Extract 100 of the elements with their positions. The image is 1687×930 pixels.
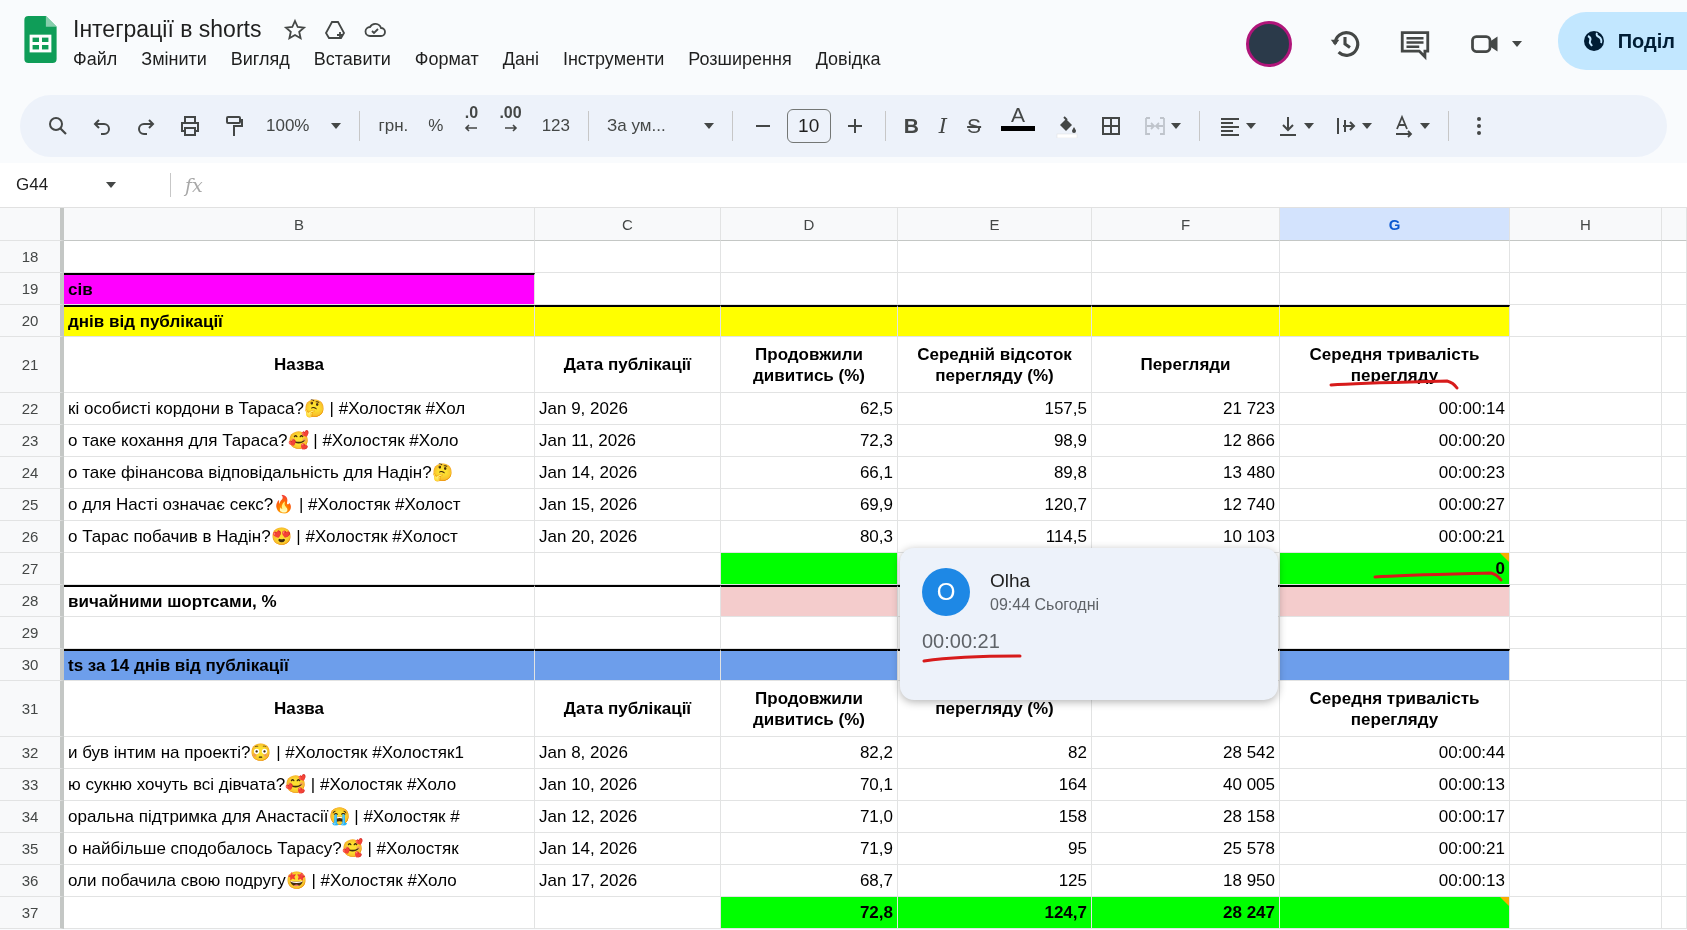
function-label: fx [185, 174, 203, 196]
table-cell: Jan 14, 2026 [535, 457, 721, 489]
column-header[interactable]: E [898, 208, 1092, 241]
row-number[interactable]: 30 [0, 649, 64, 681]
table-cell: Jan 20, 2026 [535, 521, 721, 553]
table-cell: 82,2 [721, 737, 898, 769]
caret-icon [1362, 123, 1373, 129]
table-cell: о найбільше сподобалось Тарасу?🥰 | #Холостяк [64, 833, 535, 865]
row-number[interactable]: 32 [0, 737, 64, 769]
table-cell: 164 [898, 769, 1092, 801]
dropdown-button[interactable]: За ум... [599, 106, 722, 146]
text-style-button[interactable]: A [993, 106, 1044, 146]
row-number[interactable]: 25 [0, 489, 64, 521]
row-number[interactable]: 33 [0, 769, 64, 801]
format-button[interactable]: % [420, 106, 452, 146]
column-header[interactable]: B [64, 208, 535, 241]
dropdown-button[interactable]: 100% [258, 106, 350, 146]
document-title[interactable]: Інтеграції в shorts [73, 16, 262, 43]
text-style-button[interactable]: B [895, 106, 927, 146]
table-cell: 00:00:20 [1280, 425, 1510, 457]
row-number[interactable]: 27 [0, 553, 64, 585]
table-cell: 21 723 [1092, 393, 1280, 425]
column-header[interactable]: G [1280, 208, 1510, 241]
menu-item[interactable]: Вставити [305, 47, 399, 72]
text-style-button[interactable]: S [959, 106, 990, 146]
row-number[interactable]: 35 [0, 833, 64, 865]
menu-item[interactable]: Довідка [807, 47, 889, 72]
format-button[interactable]: 123 [533, 106, 578, 146]
table-cell: 66,1 [721, 457, 898, 489]
text-style-button[interactable]: I [930, 106, 956, 146]
name-box[interactable]: G44 [0, 175, 156, 195]
menu-item[interactable]: Дані [494, 47, 547, 72]
table-cell: Jan 17, 2026 [535, 865, 721, 897]
table-cell: Середня тривалість перегляду [1280, 337, 1510, 393]
decimal-button[interactable]: .0 [455, 106, 488, 146]
caret-icon [331, 123, 342, 129]
row-number[interactable]: 23 [0, 425, 64, 457]
avatar-initial: O [922, 568, 970, 616]
row-number[interactable]: 19 [0, 273, 64, 305]
row-number[interactable]: 28 [0, 585, 64, 617]
column-header[interactable]: F [1092, 208, 1280, 241]
table-cell: оли побачила свою подругу🤩 | #Холостяк #Холо [64, 865, 535, 897]
font-size-field[interactable]: 10 [786, 109, 831, 143]
table-cell: 00:00:13 [1280, 769, 1510, 801]
menu-item[interactable]: Змінити [133, 47, 215, 72]
row-number[interactable]: 26 [0, 521, 64, 553]
table-cell: сів [64, 273, 535, 305]
table-cell: Середній відсоток перегляду (%) [898, 337, 1092, 393]
print-icon[interactable] [178, 114, 202, 138]
column-header[interactable] [1662, 208, 1687, 241]
menu-item[interactable]: Інструменти [554, 47, 673, 72]
row-number[interactable]: 21 [0, 337, 64, 393]
table-cell: Продовжили дивитись (%) [721, 681, 898, 737]
comment-indicator-icon[interactable] [1500, 553, 1509, 562]
format-button[interactable]: грн. [370, 106, 417, 146]
arrow-icon [502, 124, 519, 132]
comment-indicator-icon[interactable] [1500, 897, 1509, 906]
table-cell: 0 [1280, 553, 1510, 585]
menu-item[interactable]: Розширення [680, 47, 800, 72]
menu-item[interactable]: Файл [65, 47, 126, 72]
column-header[interactable]: H [1510, 208, 1662, 241]
caret-icon [703, 123, 714, 129]
row-number[interactable]: 37 [0, 897, 64, 929]
table-cell: 157,5 [898, 393, 1092, 425]
table-cell: 00:00:17 [1280, 801, 1510, 833]
avatar-circle[interactable] [1245, 21, 1292, 67]
row-number[interactable]: 22 [0, 393, 64, 425]
decimal-button[interactable]: .00 [491, 106, 530, 146]
select-all-corner[interactable] [0, 208, 64, 241]
table-cell: 70,1 [721, 769, 898, 801]
table-cell: Назва [64, 337, 535, 393]
menu-item[interactable]: Формат [406, 47, 487, 72]
star-icon[interactable] [283, 17, 308, 42]
row-number[interactable]: 29 [0, 617, 64, 649]
table-cell: 71,0 [721, 801, 898, 833]
caret-icon [1304, 123, 1315, 129]
row-number[interactable]: 34 [0, 801, 64, 833]
row-number[interactable]: 20 [0, 305, 64, 337]
table-cell: Jan 15, 2026 [535, 489, 721, 521]
comment-author: Olha [990, 570, 1032, 592]
table-cell: о Тарас побачив в Надін?😍 | #Холостяк #Холост [64, 521, 535, 553]
row-number[interactable]: 24 [0, 457, 64, 489]
table-cell: 82 [898, 737, 1092, 769]
table-cell: 71,9 [721, 833, 898, 865]
table-cell: 158 [898, 801, 1092, 833]
row-number[interactable]: 18 [0, 241, 64, 273]
table-cell: вичайними шортсами, % [64, 585, 535, 617]
row-number[interactable]: 31 [0, 681, 64, 737]
paint-bucket-icon[interactable] [1055, 114, 1080, 138]
globe-icon [1581, 29, 1606, 53]
table-cell: 62,5 [721, 393, 898, 425]
table-cell: 28 158 [1092, 801, 1280, 833]
menu-item[interactable]: Вигляд [222, 47, 298, 72]
column-header[interactable]: C [535, 208, 721, 241]
share-button[interactable]: Поділ [1557, 12, 1687, 70]
caret-icon [1420, 123, 1431, 129]
column-header[interactable]: D [721, 208, 898, 241]
table-cell: 95 [898, 833, 1092, 865]
row-number[interactable]: 36 [0, 865, 64, 897]
table-cell: 25 578 [1092, 833, 1280, 865]
